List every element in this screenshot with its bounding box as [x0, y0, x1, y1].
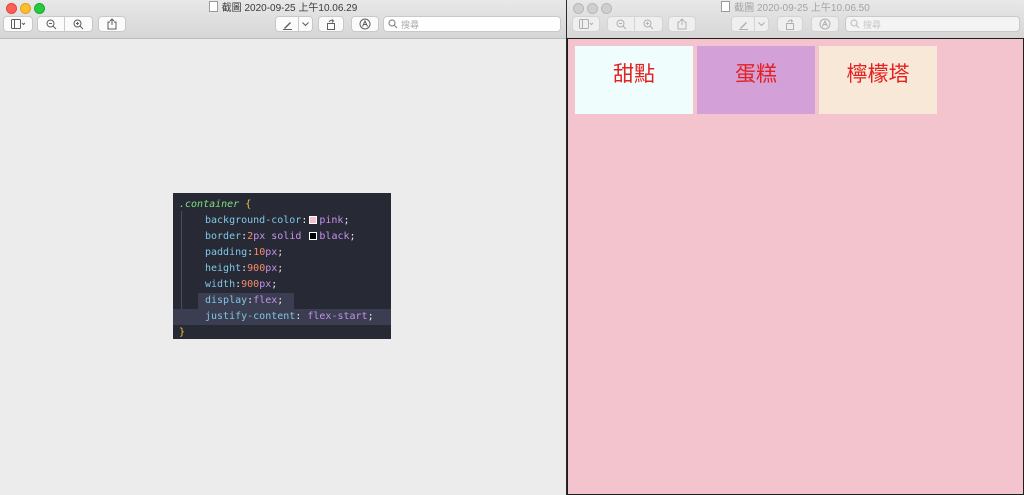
black-color-swatch	[309, 232, 318, 240]
pen-options-button[interactable]	[755, 16, 769, 32]
pen-button[interactable]	[275, 16, 299, 32]
titlebar[interactable]: 截圖 2020-09-25 上午10.06.50 搜尋	[567, 0, 1024, 39]
markup-toolbar-button[interactable]	[351, 16, 379, 32]
sidebar-icon	[579, 19, 593, 29]
preview-window-left[interactable]: 截圖 2020-09-25 上午10.06.29 搜尋 .container {…	[0, 0, 566, 495]
search-icon	[388, 19, 398, 29]
chevron-down-icon	[758, 21, 765, 26]
rotate-button[interactable]	[777, 16, 803, 32]
chevron-down-icon	[302, 21, 309, 26]
markup-icon	[819, 18, 831, 30]
flex-container-preview: 甜點 蛋糕 檸檬塔	[567, 38, 1024, 495]
pen-icon	[738, 21, 748, 30]
window-title: 截圖 2020-09-25 上午10.06.50	[567, 1, 1024, 15]
pen-button[interactable]	[731, 16, 755, 32]
zoom-in-icon	[643, 19, 654, 29]
flex-item-dessert: 甜點	[575, 46, 693, 114]
search-input[interactable]: 搜尋	[845, 16, 1020, 32]
image-canvas: .container { background-color: pink; bord…	[0, 39, 566, 495]
zoom-out-icon	[46, 19, 56, 29]
flex-item-lemon-tart: 檸檬塔	[819, 46, 937, 114]
code-line-selector: .container {	[179, 199, 252, 210]
share-button[interactable]	[98, 16, 126, 32]
markup-controls	[275, 16, 313, 32]
sidebar-toggle-button[interactable]	[572, 16, 600, 32]
zoom-out-button[interactable]	[37, 16, 65, 32]
rotate-icon	[327, 18, 335, 30]
search-icon	[850, 19, 860, 29]
zoom-in-icon	[73, 19, 84, 29]
pen-icon	[282, 21, 292, 30]
markup-icon	[359, 18, 371, 30]
search-input[interactable]: 搜尋	[383, 16, 561, 32]
preview-window-right[interactable]: 截圖 2020-09-25 上午10.06.50 搜尋 甜點 蛋糕 檸檬塔	[567, 0, 1024, 495]
rotate-icon	[786, 18, 794, 30]
zoom-in-button[interactable]	[65, 16, 93, 32]
zoom-out-icon	[616, 19, 626, 29]
share-icon	[107, 18, 117, 30]
rotate-button[interactable]	[318, 16, 344, 32]
css-code-screenshot: .container { background-color: pink; bord…	[173, 193, 391, 339]
zoom-controls	[607, 16, 663, 32]
code-line: padding:10px;	[205, 247, 284, 258]
titlebar[interactable]: 截圖 2020-09-25 上午10.06.29 搜尋	[0, 0, 566, 39]
flex-item-cake: 蛋糕	[697, 46, 815, 114]
pen-options-button[interactable]	[299, 16, 313, 32]
flex-items-row: 甜點 蛋糕 檸檬塔	[575, 46, 941, 114]
document-icon	[721, 1, 731, 12]
document-icon	[208, 1, 218, 12]
code-line: width:900px;	[205, 279, 278, 290]
code-line-highlighted: display:flex;	[179, 293, 385, 309]
markup-toolbar-button[interactable]	[811, 16, 839, 32]
markup-controls	[731, 16, 769, 32]
code-line-highlighted: justify-content: flex-start;	[173, 309, 391, 325]
share-icon	[677, 18, 687, 30]
window-title: 截圖 2020-09-25 上午10.06.29	[0, 1, 566, 15]
pink-color-swatch	[309, 216, 318, 224]
sidebar-toggle-button[interactable]	[3, 16, 33, 32]
code-line: height:900px;	[205, 263, 284, 274]
code-line: border:2px solid black;	[205, 231, 356, 242]
zoom-in-button[interactable]	[635, 16, 663, 32]
code-line: background-color: pink;	[205, 215, 350, 226]
share-button[interactable]	[668, 16, 696, 32]
code-line-close: }	[179, 327, 186, 338]
sidebar-icon	[11, 19, 25, 29]
zoom-controls	[37, 16, 93, 32]
zoom-out-button[interactable]	[607, 16, 635, 32]
